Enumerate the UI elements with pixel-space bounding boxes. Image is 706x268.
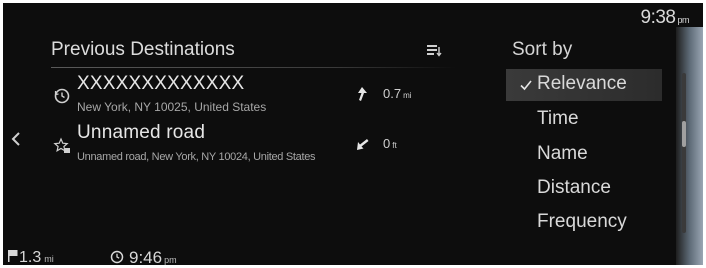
distance-unit: mi [403, 91, 412, 100]
destination-address: Unnamed road, New York, NY 10024, United… [77, 151, 316, 163]
list-header: Previous Destinations [51, 39, 443, 67]
sort-option-label: Distance [537, 177, 611, 198]
sort-option-name[interactable]: Name [506, 139, 662, 171]
history-clock-icon [54, 88, 70, 104]
arrival-time-value: 9:46 [129, 248, 163, 265]
arrow-up-icon [358, 87, 367, 101]
sort-option-distance[interactable]: Distance [506, 173, 662, 205]
destination-distance: 0.7 mi [383, 86, 412, 101]
sort-title: Sort by [512, 39, 573, 60]
clock-icon [110, 250, 124, 264]
arrival-time-ampm: pm [164, 255, 177, 265]
check-icon [520, 80, 532, 91]
arrow-down-left-icon [357, 139, 369, 150]
destination-name: XXXXXXXXXXXXX [77, 73, 245, 94]
destination-distance: 0 ft [383, 136, 397, 151]
remaining-distance-value: 1.3 [19, 249, 42, 265]
remaining-distance: 1.3 mi [7, 249, 54, 265]
sort-option-label: Frequency [537, 211, 627, 232]
map-edge-preview [676, 27, 703, 265]
sort-option-time[interactable]: Time [506, 104, 662, 136]
destination-address: New York, NY 10025, United States [77, 100, 267, 114]
sort-option-relevance[interactable]: Relevance [506, 69, 662, 101]
sort-option-label: Time [537, 108, 579, 129]
distance-value: 0.7 [383, 86, 402, 101]
sort-option-frequency[interactable]: Frequency [506, 207, 662, 239]
clock-time: 9:38 [640, 7, 676, 28]
list-item[interactable]: XXXXXXXXXXXXX New York, NY 10025, United… [51, 73, 451, 117]
favorite-star-icon [53, 137, 70, 153]
scrollbar-track[interactable] [682, 73, 686, 233]
scrollbar-thumb[interactable] [682, 121, 686, 147]
chevron-left-icon[interactable] [8, 129, 24, 149]
distance-value: 0 [383, 136, 391, 151]
list-item[interactable]: Unnamed road Unnamed road, New York, NY … [51, 122, 451, 166]
header-divider [51, 67, 456, 68]
sort-option-label: Relevance [537, 73, 627, 94]
sort-list-icon[interactable] [425, 42, 443, 58]
page-title: Previous Destinations [51, 39, 235, 60]
sort-option-label: Name [537, 143, 588, 164]
remaining-distance-unit: mi [44, 254, 54, 264]
arrival-time: 9:46 pm [110, 248, 177, 265]
clock-ampm: pm [677, 15, 689, 25]
flag-icon [8, 250, 18, 262]
distance-unit: ft [392, 141, 397, 150]
destination-name: Unnamed road [77, 122, 206, 143]
navigation-screen: 9:38 pm Previous Destinations XXXXXXXXXXX… [3, 3, 703, 265]
status-clock: 9:38 pm [641, 7, 690, 29]
